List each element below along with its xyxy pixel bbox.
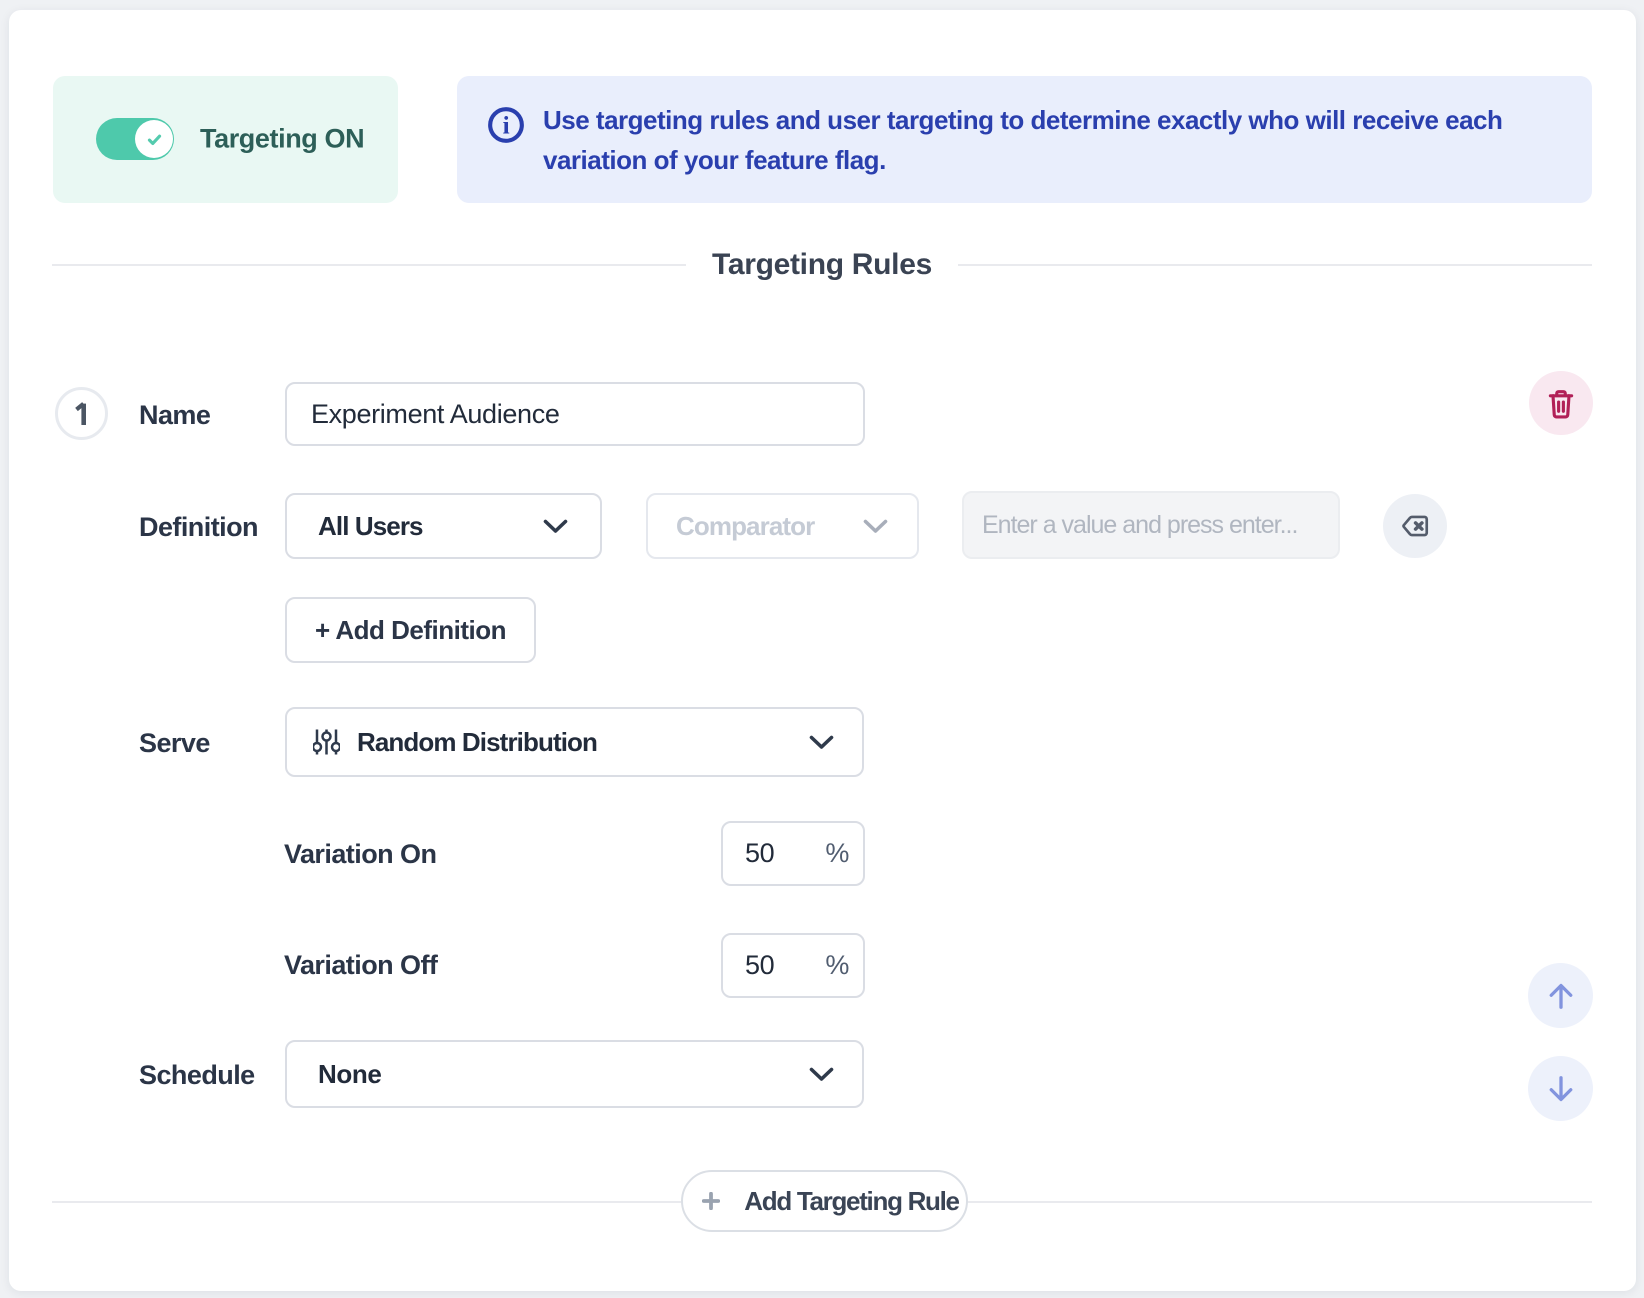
- svg-text:i: i: [503, 112, 510, 140]
